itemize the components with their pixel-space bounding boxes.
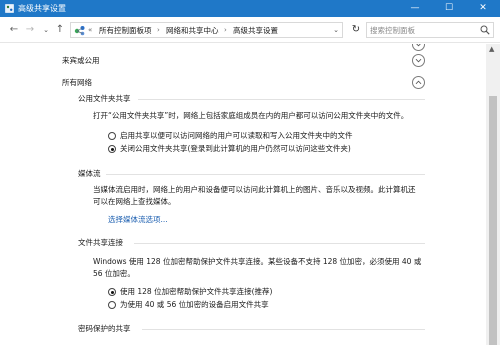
chevron-down-icon[interactable] — [412, 54, 425, 67]
file-sharing-description-line2: 56 位加密。 — [93, 269, 135, 278]
breadcrumb-all-control-panel-items[interactable]: 所有控制面板项 — [99, 25, 152, 36]
back-arrow-icon[interactable]: ← — [8, 23, 20, 37]
encryption-40-56-label[interactable]: 为使用 40 或 56 位加密的设备启用文件共享 — [120, 299, 269, 310]
close-button[interactable]: ✕ — [466, 0, 500, 17]
file-sharing-heading: 文件共享连接 — [78, 238, 123, 247]
forward-arrow-icon[interactable]: → — [24, 23, 36, 37]
encryption-40-56-radio[interactable] — [108, 301, 116, 309]
divider — [134, 243, 425, 244]
breadcrumb-network-sharing-center[interactable]: 网络和共享中心 — [166, 25, 219, 36]
media-streaming-heading: 媒体流 — [78, 169, 101, 178]
search-input[interactable] — [370, 23, 478, 37]
network-settings-icon — [5, 4, 14, 13]
media-streaming-options-link[interactable]: 选择媒体流选项... — [108, 214, 168, 225]
public-folder-disable-label[interactable]: 关闭公用文件夹共享(登录到此计算机的用户仍然可以访问这些文件夹) — [120, 143, 351, 154]
section-guest-public-label[interactable]: 来宾或公用 — [62, 55, 100, 66]
breadcrumb-separator[interactable]: › — [224, 25, 227, 36]
refresh-icon[interactable]: ↻ — [349, 22, 363, 38]
chevron-up-icon[interactable] — [412, 76, 425, 89]
scroll-up-arrow-icon[interactable]: ▲ — [489, 45, 494, 53]
breadcrumb-separator[interactable]: › — [157, 25, 160, 36]
title-bar: 高级共享设置 — ☐ ✕ — [0, 0, 500, 17]
encryption-128-radio[interactable] — [108, 288, 116, 296]
public-folder-description: 打开“公用文件夹共享”时，网络上包括家庭组成员在内的用户都可以访问公用文件夹中的… — [93, 111, 409, 120]
divider — [142, 329, 425, 330]
file-sharing-description-line1: Windows 使用 128 位加密帮助保护文件共享连接。某些设备不支持 128… — [93, 257, 422, 266]
address-bar: ← → ⌄ ↑ « 所有控制面板项 › 网络和共享中心 › 高级共享设置 ⌄ ↻ — [0, 17, 500, 43]
encryption-128-label[interactable]: 使用 128 位加密帮助保护文件共享连接(推荐) — [120, 286, 272, 297]
breadcrumb-overflow[interactable]: « — [88, 25, 92, 36]
media-description-line1: 当媒体流启用时，网络上的用户和设备便可以访问此计算机上的图片、音乐以及视频。此计… — [93, 185, 416, 194]
address-dropdown-chevron-icon[interactable]: ⌄ — [333, 25, 339, 36]
control-panel-icon — [74, 26, 85, 36]
scrollbar-thumb[interactable] — [489, 96, 497, 345]
divider — [106, 174, 425, 175]
divider — [138, 99, 425, 100]
recent-locations-chevron-icon[interactable]: ⌄ — [40, 23, 52, 37]
password-protected-sharing-heading: 密码保护的共享 — [78, 324, 131, 333]
public-folder-enable-radio[interactable] — [108, 132, 116, 140]
chevron-down-icon[interactable] — [412, 44, 425, 51]
section-all-networks-label[interactable]: 所有网络 — [62, 77, 92, 88]
settings-content: 来宾或公用 所有网络 公用文件夹共享 打开“公用文件夹共享”时，网络上包括家庭组… — [0, 44, 486, 345]
public-folder-disable-radio[interactable] — [108, 145, 116, 153]
search-box[interactable] — [366, 22, 494, 38]
vertical-scrollbar[interactable]: ▲ — [486, 44, 500, 345]
breadcrumb-advanced-sharing[interactable]: 高级共享设置 — [233, 25, 278, 36]
public-folder-enable-label[interactable]: 启用共享以便可以访问网络的用户可以读取和写入公用文件夹中的文件 — [120, 130, 353, 141]
minimize-button[interactable]: — — [398, 0, 432, 17]
maximize-button[interactable]: ☐ — [432, 0, 466, 17]
public-folder-heading: 公用文件夹共享 — [78, 94, 131, 103]
breadcrumb[interactable]: « 所有控制面板项 › 网络和共享中心 › 高级共享设置 ⌄ — [70, 22, 343, 38]
search-icon[interactable] — [480, 25, 490, 35]
media-description-line2: 可以在网络上查找媒体。 — [93, 197, 176, 206]
window-title: 高级共享设置 — [18, 4, 66, 13]
up-arrow-icon[interactable]: ↑ — [54, 23, 66, 37]
